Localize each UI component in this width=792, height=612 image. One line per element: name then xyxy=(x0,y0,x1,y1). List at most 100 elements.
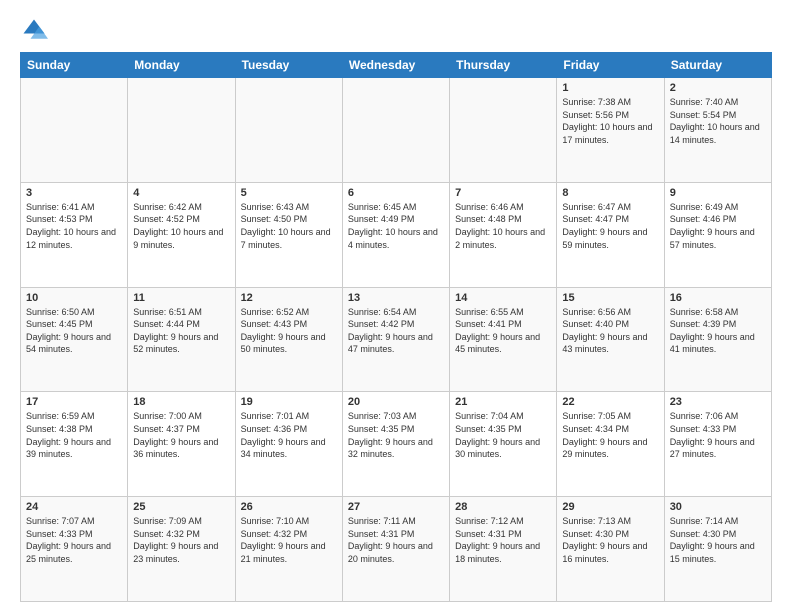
calendar-cell: 19Sunrise: 7:01 AM Sunset: 4:36 PM Dayli… xyxy=(235,392,342,497)
day-info: Sunrise: 7:11 AM Sunset: 4:31 PM Dayligh… xyxy=(348,515,444,565)
day-number: 29 xyxy=(562,501,658,513)
calendar-header-wednesday: Wednesday xyxy=(342,53,449,78)
calendar-cell: 6 Sunrise: 6:45 AM Sunset: 4:49 PM Daylig… xyxy=(342,182,449,287)
calendar-cell: 23Sunrise: 7:06 AM Sunset: 4:33 PM Dayli… xyxy=(664,392,771,497)
calendar-body: 1Sunrise: 7:38 AM Sunset: 5:56 PM Daylig… xyxy=(21,78,772,602)
calendar-cell: 8 Sunrise: 6:47 AM Sunset: 4:47 PM Daylig… xyxy=(557,182,664,287)
calendar-cell: 13Sunrise: 6:54 AM Sunset: 4:42 PM Dayli… xyxy=(342,287,449,392)
day-number: 27 xyxy=(348,501,444,513)
calendar-cell: 2 Sunrise: 7:40 AM Sunset: 5:54 PM Daylig… xyxy=(664,78,771,183)
logo xyxy=(20,16,50,44)
header xyxy=(20,16,772,44)
day-number: 14 xyxy=(455,292,551,304)
calendar-cell xyxy=(342,78,449,183)
calendar-cell: 26Sunrise: 7:10 AM Sunset: 4:32 PM Dayli… xyxy=(235,497,342,602)
calendar-cell: 3 Sunrise: 6:41 AM Sunset: 4:53 PM Daylig… xyxy=(21,182,128,287)
calendar-cell: 16 Sunrise: 6:58 AM Sunset: 4:39 PM Dayli… xyxy=(664,287,771,392)
day-info: Sunrise: 6:56 AM Sunset: 4:40 PM Dayligh… xyxy=(562,306,658,356)
calendar-header-thursday: Thursday xyxy=(450,53,557,78)
day-number: 5 xyxy=(241,187,337,199)
day-info: Sunrise: 6:42 AM Sunset: 4:52 PM Dayligh… xyxy=(133,201,229,251)
day-info: Sunrise: 6:55 AM Sunset: 4:41 PM Dayligh… xyxy=(455,306,551,356)
calendar-cell: 14 Sunrise: 6:55 AM Sunset: 4:41 PM Dayli… xyxy=(450,287,557,392)
day-number: 11 xyxy=(133,292,229,304)
calendar-cell xyxy=(128,78,235,183)
calendar-header-friday: Friday xyxy=(557,53,664,78)
calendar-cell: 22Sunrise: 7:05 AM Sunset: 4:34 PM Dayli… xyxy=(557,392,664,497)
day-number: 4 xyxy=(133,187,229,199)
calendar-cell: 20 Sunrise: 7:03 AM Sunset: 4:35 PM Dayli… xyxy=(342,392,449,497)
day-info: Sunrise: 6:52 AM Sunset: 4:43 PM Dayligh… xyxy=(241,306,337,356)
day-number: 21 xyxy=(455,396,551,408)
day-info: Sunrise: 6:51 AM Sunset: 4:44 PM Dayligh… xyxy=(133,306,229,356)
day-number: 30 xyxy=(670,501,766,513)
day-info: Sunrise: 7:07 AM Sunset: 4:33 PM Dayligh… xyxy=(26,515,122,565)
calendar-cell xyxy=(21,78,128,183)
calendar-cell: 12Sunrise: 6:52 AM Sunset: 4:43 PM Dayli… xyxy=(235,287,342,392)
calendar-cell: 4 Sunrise: 6:42 AM Sunset: 4:52 PM Daylig… xyxy=(128,182,235,287)
day-info: Sunrise: 6:47 AM Sunset: 4:47 PM Dayligh… xyxy=(562,201,658,251)
day-info: Sunrise: 7:03 AM Sunset: 4:35 PM Dayligh… xyxy=(348,410,444,460)
calendar-week-2: 3 Sunrise: 6:41 AM Sunset: 4:53 PM Daylig… xyxy=(21,182,772,287)
calendar-cell: 15 Sunrise: 6:56 AM Sunset: 4:40 PM Dayli… xyxy=(557,287,664,392)
day-number: 10 xyxy=(26,292,122,304)
day-number: 16 xyxy=(670,292,766,304)
day-info: Sunrise: 6:49 AM Sunset: 4:46 PM Dayligh… xyxy=(670,201,766,251)
calendar: SundayMondayTuesdayWednesdayThursdayFrid… xyxy=(20,52,772,602)
calendar-cell: 27 Sunrise: 7:11 AM Sunset: 4:31 PM Dayli… xyxy=(342,497,449,602)
calendar-week-4: 17 Sunrise: 6:59 AM Sunset: 4:38 PM Dayli… xyxy=(21,392,772,497)
calendar-header-tuesday: Tuesday xyxy=(235,53,342,78)
day-number: 15 xyxy=(562,292,658,304)
calendar-cell: 18 Sunrise: 7:00 AM Sunset: 4:37 PM Dayli… xyxy=(128,392,235,497)
day-number: 25 xyxy=(133,501,229,513)
calendar-header-sunday: Sunday xyxy=(21,53,128,78)
day-info: Sunrise: 6:54 AM Sunset: 4:42 PM Dayligh… xyxy=(348,306,444,356)
calendar-header-monday: Monday xyxy=(128,53,235,78)
day-info: Sunrise: 6:41 AM Sunset: 4:53 PM Dayligh… xyxy=(26,201,122,251)
day-info: Sunrise: 7:04 AM Sunset: 4:35 PM Dayligh… xyxy=(455,410,551,460)
day-info: Sunrise: 6:46 AM Sunset: 4:48 PM Dayligh… xyxy=(455,201,551,251)
calendar-header-saturday: Saturday xyxy=(664,53,771,78)
calendar-cell: 29 Sunrise: 7:13 AM Sunset: 4:30 PM Dayli… xyxy=(557,497,664,602)
calendar-cell xyxy=(235,78,342,183)
calendar-cell: 5Sunrise: 6:43 AM Sunset: 4:50 PM Daylig… xyxy=(235,182,342,287)
day-info: Sunrise: 7:13 AM Sunset: 4:30 PM Dayligh… xyxy=(562,515,658,565)
calendar-cell: 7 Sunrise: 6:46 AM Sunset: 4:48 PM Daylig… xyxy=(450,182,557,287)
day-number: 17 xyxy=(26,396,122,408)
day-info: Sunrise: 6:58 AM Sunset: 4:39 PM Dayligh… xyxy=(670,306,766,356)
calendar-week-3: 10 Sunrise: 6:50 AM Sunset: 4:45 PM Dayli… xyxy=(21,287,772,392)
calendar-header-row: SundayMondayTuesdayWednesdayThursdayFrid… xyxy=(21,53,772,78)
calendar-cell: 28 Sunrise: 7:12 AM Sunset: 4:31 PM Dayli… xyxy=(450,497,557,602)
day-number: 24 xyxy=(26,501,122,513)
day-number: 8 xyxy=(562,187,658,199)
day-number: 28 xyxy=(455,501,551,513)
day-info: Sunrise: 6:50 AM Sunset: 4:45 PM Dayligh… xyxy=(26,306,122,356)
calendar-cell xyxy=(450,78,557,183)
day-number: 18 xyxy=(133,396,229,408)
calendar-cell: 1Sunrise: 7:38 AM Sunset: 5:56 PM Daylig… xyxy=(557,78,664,183)
calendar-week-5: 24 Sunrise: 7:07 AM Sunset: 4:33 PM Dayli… xyxy=(21,497,772,602)
day-info: Sunrise: 7:38 AM Sunset: 5:56 PM Dayligh… xyxy=(562,96,658,146)
day-info: Sunrise: 7:05 AM Sunset: 4:34 PM Dayligh… xyxy=(562,410,658,460)
day-info: Sunrise: 7:40 AM Sunset: 5:54 PM Dayligh… xyxy=(670,96,766,146)
day-info: Sunrise: 6:59 AM Sunset: 4:38 PM Dayligh… xyxy=(26,410,122,460)
logo-icon xyxy=(20,16,48,44)
calendar-cell: 21 Sunrise: 7:04 AM Sunset: 4:35 PM Dayli… xyxy=(450,392,557,497)
calendar-cell: 24 Sunrise: 7:07 AM Sunset: 4:33 PM Dayli… xyxy=(21,497,128,602)
day-number: 6 xyxy=(348,187,444,199)
day-number: 7 xyxy=(455,187,551,199)
day-number: 3 xyxy=(26,187,122,199)
day-number: 19 xyxy=(241,396,337,408)
day-info: Sunrise: 7:12 AM Sunset: 4:31 PM Dayligh… xyxy=(455,515,551,565)
day-info: Sunrise: 7:14 AM Sunset: 4:30 PM Dayligh… xyxy=(670,515,766,565)
day-number: 26 xyxy=(241,501,337,513)
calendar-cell: 25Sunrise: 7:09 AM Sunset: 4:32 PM Dayli… xyxy=(128,497,235,602)
day-info: Sunrise: 6:45 AM Sunset: 4:49 PM Dayligh… xyxy=(348,201,444,251)
day-number: 2 xyxy=(670,82,766,94)
calendar-cell: 10 Sunrise: 6:50 AM Sunset: 4:45 PM Dayli… xyxy=(21,287,128,392)
calendar-cell: 9Sunrise: 6:49 AM Sunset: 4:46 PM Daylig… xyxy=(664,182,771,287)
day-info: Sunrise: 7:00 AM Sunset: 4:37 PM Dayligh… xyxy=(133,410,229,460)
day-number: 23 xyxy=(670,396,766,408)
day-number: 20 xyxy=(348,396,444,408)
calendar-week-1: 1Sunrise: 7:38 AM Sunset: 5:56 PM Daylig… xyxy=(21,78,772,183)
